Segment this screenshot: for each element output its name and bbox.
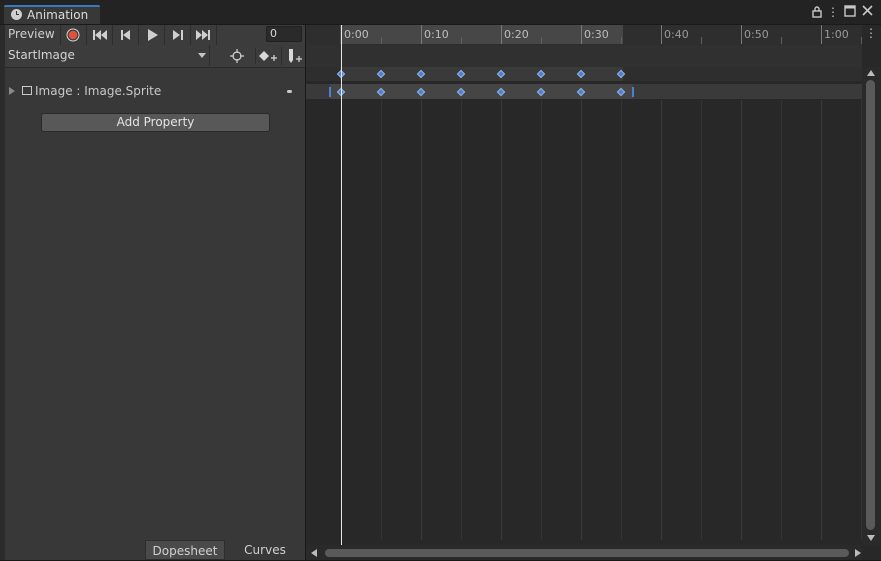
grid-line [821,100,822,540]
scroll-up-icon[interactable] [867,70,875,76]
grid-line [701,100,702,540]
vertical-scrollbar-thumb[interactable] [866,80,875,530]
horizontal-scrollbar-thumb[interactable] [325,549,849,557]
grid-line [461,100,462,540]
summary-keyframe[interactable] [576,69,586,79]
selection-start-bracket[interactable] [329,87,331,97]
summary-keyframe[interactable] [456,69,466,79]
scroll-left-icon[interactable] [311,549,317,557]
timeline-menu-icon[interactable]: ⋮ [865,26,877,42]
sprite-keyframe[interactable] [536,87,546,97]
view-mode-tabs: Dopesheet Curves [5,540,305,560]
scroll-right-icon[interactable] [855,549,861,557]
grid-line [621,100,622,540]
summary-keyframe[interactable] [536,69,546,79]
summary-keyframe[interactable] [616,69,626,79]
sprite-keyframe[interactable] [456,87,466,97]
grid-line [661,100,662,540]
sprite-keyframe[interactable] [576,87,586,97]
grid-line [781,100,782,540]
sprite-keyframe[interactable] [416,87,426,97]
grid-line [541,100,542,540]
selection-end-bracket[interactable] [632,87,634,97]
grid-line [501,100,502,540]
sprite-keyframe[interactable] [496,87,506,97]
grid-line [581,100,582,540]
dopesheet-grid [306,100,862,540]
property-panel [5,25,305,560]
grid-line [741,100,742,540]
add-property-button[interactable]: Add Property [41,113,270,132]
sprite-keyframe[interactable] [616,87,626,97]
tab-dopesheet[interactable]: Dopesheet [145,540,225,560]
summary-keyframe[interactable] [416,69,426,79]
sprite-keyframe[interactable] [376,87,386,97]
tab-curves[interactable]: Curves [225,540,305,560]
playhead[interactable] [341,25,342,545]
summary-keyframe[interactable] [376,69,386,79]
scroll-down-icon[interactable] [867,535,875,541]
keyframe-layer [0,0,881,100]
summary-keyframe[interactable] [496,69,506,79]
grid-line [381,100,382,540]
grid-line [421,100,422,540]
